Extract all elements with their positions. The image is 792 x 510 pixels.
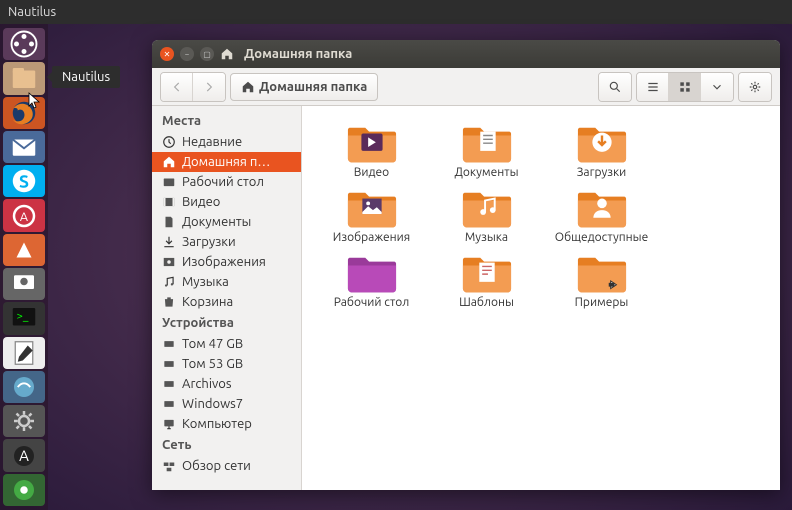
sidebar-item-recent[interactable]: Недавние bbox=[152, 132, 301, 152]
launcher-files[interactable] bbox=[3, 62, 45, 94]
folder-icon bbox=[461, 252, 513, 294]
launcher-app8[interactable] bbox=[3, 268, 45, 300]
folder-videos[interactable]: Видео bbox=[314, 118, 429, 183]
toolbar: Домашняя папка bbox=[152, 68, 780, 106]
folder-label: Рабочий стол bbox=[334, 296, 410, 309]
launcher-firefox[interactable] bbox=[3, 97, 45, 129]
sidebar: Места Недавние Домашняя п… Рабочий стол … bbox=[152, 106, 302, 490]
folder-public[interactable]: Общедоступные bbox=[544, 183, 659, 248]
folder-label: Примеры bbox=[575, 296, 629, 309]
svg-text:>_: >_ bbox=[17, 311, 29, 323]
tooltip-text: Nautilus bbox=[62, 70, 110, 84]
folder-icon bbox=[576, 252, 628, 294]
close-button[interactable]: ✕ bbox=[160, 47, 174, 61]
maximize-button[interactable]: ▢ bbox=[200, 47, 214, 61]
breadcrumb-home[interactable]: Домашняя папка bbox=[230, 73, 378, 101]
launcher-app6[interactable]: A bbox=[3, 199, 45, 231]
folder-icon bbox=[346, 187, 398, 229]
unity-launcher: S A >_ A bbox=[0, 24, 48, 510]
sidebar-item-desktop[interactable]: Рабочий стол bbox=[152, 172, 301, 192]
content-area[interactable]: Видео Документы Загрузки Изображения Музыка О… bbox=[302, 106, 780, 490]
launcher-app11[interactable] bbox=[3, 371, 45, 403]
view-group bbox=[636, 72, 734, 102]
launcher-app7[interactable] bbox=[3, 234, 45, 266]
folder-icon bbox=[346, 122, 398, 164]
folder-label: Шаблоны bbox=[459, 296, 514, 309]
folder-templates[interactable]: Шаблоны bbox=[429, 248, 544, 313]
sidebar-item-downloads[interactable]: Загрузки bbox=[152, 232, 301, 252]
launcher-editor[interactable] bbox=[3, 337, 45, 369]
folder-music[interactable]: Музыка bbox=[429, 183, 544, 248]
launcher-tooltip: Nautilus bbox=[52, 66, 120, 88]
window-title: Домашняя папка bbox=[244, 47, 352, 61]
sidebar-header-places: Места bbox=[152, 110, 301, 132]
home-icon bbox=[220, 47, 234, 61]
launcher-settings[interactable] bbox=[3, 405, 45, 437]
folder-icon bbox=[576, 122, 628, 164]
sidebar-header-devices: Устройства bbox=[152, 312, 301, 334]
launcher-software[interactable]: A bbox=[3, 439, 45, 471]
sidebar-header-network: Сеть bbox=[152, 434, 301, 456]
nautilus-window: ✕ − ▢ Домашняя папка Домашняя папка Мест… bbox=[152, 40, 780, 490]
breadcrumb-label: Домашняя папка bbox=[259, 80, 367, 94]
back-button[interactable] bbox=[161, 73, 193, 101]
folder-desktop[interactable]: Рабочий стол bbox=[314, 248, 429, 313]
dash-button[interactable] bbox=[3, 28, 45, 60]
sidebar-item-vol53[interactable]: Том 53 GB bbox=[152, 354, 301, 374]
folder-pictures[interactable]: Изображения bbox=[314, 183, 429, 248]
svg-text:S: S bbox=[19, 173, 29, 192]
folder-label: Документы bbox=[455, 166, 519, 179]
folder-icon bbox=[346, 252, 398, 294]
sidebar-item-computer[interactable]: Компьютер bbox=[152, 414, 301, 434]
view-options-button[interactable] bbox=[701, 73, 733, 101]
sidebar-item-pictures[interactable]: Изображения bbox=[152, 252, 301, 272]
launcher-app14[interactable] bbox=[3, 474, 45, 506]
folder-label: Загрузки bbox=[577, 166, 627, 179]
sidebar-item-archivos[interactable]: Archivos bbox=[152, 374, 301, 394]
app-name-label: Nautilus bbox=[8, 5, 56, 19]
launcher-terminal[interactable]: >_ bbox=[3, 302, 45, 334]
folder-documents[interactable]: Документы bbox=[429, 118, 544, 183]
folder-label: Видео bbox=[354, 166, 389, 179]
sidebar-item-music[interactable]: Музыка bbox=[152, 272, 301, 292]
folder-icon bbox=[576, 187, 628, 229]
svg-text:A: A bbox=[19, 447, 29, 464]
titlebar[interactable]: ✕ − ▢ Домашняя папка bbox=[152, 40, 780, 68]
grid-view-button[interactable] bbox=[669, 73, 701, 101]
nav-group bbox=[160, 72, 226, 102]
minimize-button[interactable]: − bbox=[180, 47, 194, 61]
folder-label: Общедоступные bbox=[555, 231, 648, 244]
sidebar-item-trash[interactable]: Корзина bbox=[152, 292, 301, 312]
list-view-button[interactable] bbox=[637, 73, 669, 101]
sidebar-item-vol47[interactable]: Том 47 GB bbox=[152, 334, 301, 354]
sidebar-item-home[interactable]: Домашняя п… bbox=[152, 152, 301, 172]
sidebar-item-windows7[interactable]: Windows7 bbox=[152, 394, 301, 414]
gear-button[interactable] bbox=[739, 73, 771, 101]
folder-examples[interactable]: Примеры bbox=[544, 248, 659, 313]
sidebar-item-browse-network[interactable]: Обзор сети bbox=[152, 456, 301, 476]
launcher-thunderbird[interactable] bbox=[3, 131, 45, 163]
sidebar-item-videos[interactable]: Видео bbox=[152, 192, 301, 212]
svg-text:A: A bbox=[20, 210, 28, 224]
folder-icon bbox=[461, 122, 513, 164]
home-icon bbox=[241, 80, 255, 94]
folder-label: Изображения bbox=[333, 231, 410, 244]
forward-button[interactable] bbox=[193, 73, 225, 101]
sidebar-item-documents[interactable]: Документы bbox=[152, 212, 301, 232]
folder-label: Музыка bbox=[465, 231, 508, 244]
folder-icon bbox=[461, 187, 513, 229]
search-button[interactable] bbox=[599, 73, 631, 101]
launcher-skype[interactable]: S bbox=[3, 165, 45, 197]
menubar: Nautilus bbox=[0, 0, 792, 24]
folder-downloads[interactable]: Загрузки bbox=[544, 118, 659, 183]
